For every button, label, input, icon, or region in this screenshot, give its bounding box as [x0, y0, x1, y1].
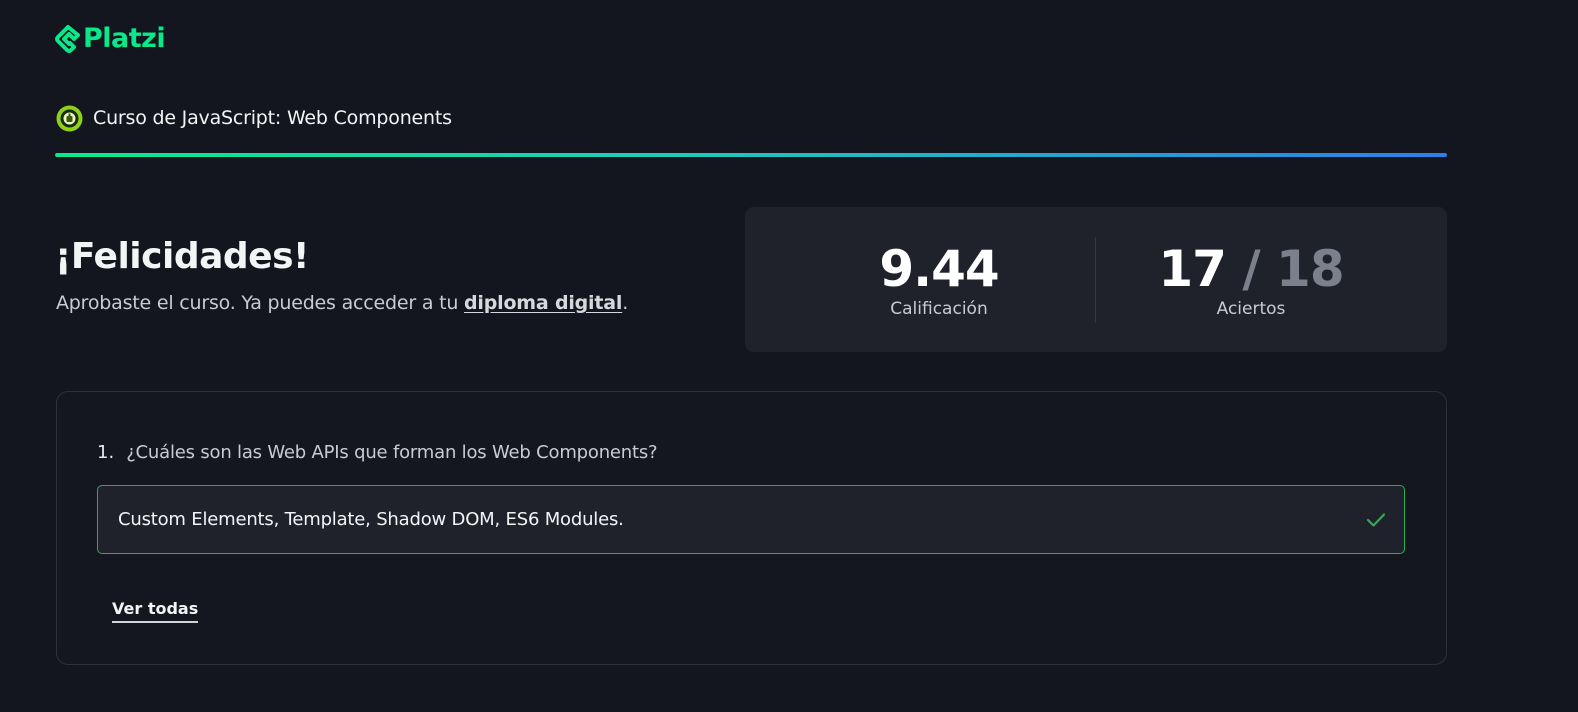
answer-text: Custom Elements, Template, Shadow DOM, E… — [118, 509, 624, 530]
selected-answer: Custom Elements, Template, Shadow DOM, E… — [97, 485, 1405, 554]
result-message: Aprobaste el curso. Ya puedes acceder a … — [56, 290, 628, 316]
diploma-link[interactable]: diploma digital — [464, 292, 622, 314]
total-count: / 18 — [1242, 240, 1344, 298]
score-card: 9.44 Calificación 17 / 18 Aciertos — [745, 207, 1447, 352]
question-text: ¿Cuáles son las Web APIs que forman los … — [126, 442, 658, 463]
logo-text: Platzi — [83, 23, 166, 54]
platzi-logo-icon — [55, 25, 80, 53]
correct-count: 17 — [1158, 240, 1227, 298]
course-title[interactable]: Curso de JavaScript: Web Components — [93, 104, 452, 132]
question: 1. ¿Cuáles son las Web APIs que forman l… — [97, 440, 658, 466]
check-icon — [1366, 512, 1386, 528]
quiz-results-page: Platzi Curso de JavaScript: Web Componen… — [0, 0, 1578, 712]
result-title: ¡Felicidades! — [55, 236, 309, 277]
question-card: 1. ¿Cuáles son las Web APIs que forman l… — [56, 391, 1447, 665]
web-components-badge-icon — [56, 105, 83, 132]
course-progress-fill — [55, 153, 1447, 157]
correct-answers-block: 17 / 18 Aciertos — [1101, 241, 1401, 320]
grade-value: 9.44 — [879, 240, 999, 298]
result-message-prefix: Aprobaste el curso. Ya puedes acceder a … — [56, 292, 465, 314]
grade-block: 9.44 Calificación — [789, 241, 1089, 320]
correct-answers-value: 17 / 18 — [1101, 241, 1401, 297]
grade-label: Calificación — [890, 299, 988, 319]
score-divider — [1095, 237, 1096, 323]
course-progress-bar — [55, 153, 1447, 157]
question-number: 1. — [97, 442, 115, 463]
course-header: Curso de JavaScript: Web Components — [56, 104, 452, 132]
see-all-button[interactable]: Ver todas — [112, 598, 199, 623]
result-message-suffix: . — [622, 292, 629, 314]
platzi-logo[interactable]: Platzi — [55, 22, 166, 56]
correct-answers-label: Aciertos — [1216, 299, 1286, 319]
